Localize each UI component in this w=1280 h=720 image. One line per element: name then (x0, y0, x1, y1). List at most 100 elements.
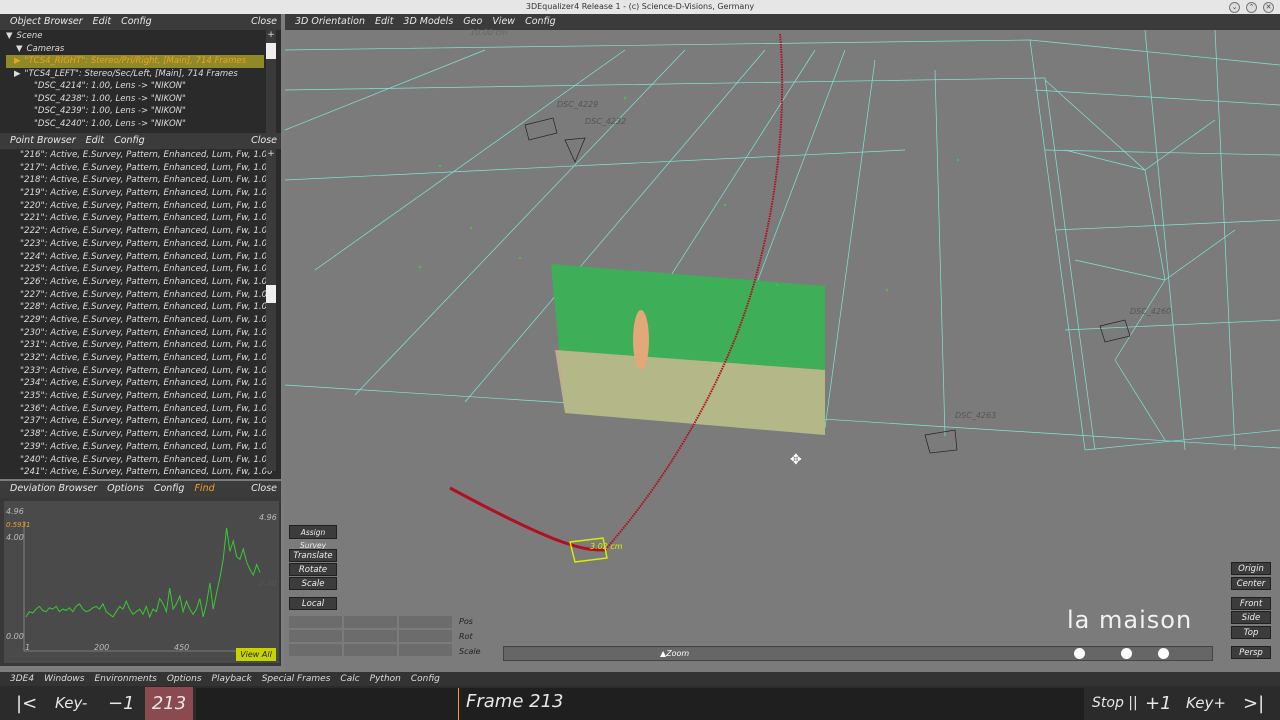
scale-y-field[interactable] (344, 644, 397, 656)
local-button[interactable]: Local (289, 597, 337, 610)
timeline-scrubber[interactable]: Frame 213 (196, 688, 1084, 720)
point-list-item[interactable]: "217": Active, E.Survey, Pattern, Enhanc… (0, 162, 273, 175)
scale-button[interactable]: Scale (289, 577, 337, 590)
menu-geo[interactable]: Geo (463, 16, 482, 27)
pos-z-field[interactable] (399, 616, 452, 628)
menu-config[interactable]: Config (114, 135, 145, 146)
first-frame-button[interactable]: |< (16, 687, 37, 720)
front-button[interactable]: Front (1231, 597, 1271, 610)
menu-object-browser[interactable]: Object Browser (10, 16, 83, 27)
point-list-item[interactable]: "234": Active, E.Survey, Pattern, Enhanc… (0, 377, 273, 390)
rot-x-field[interactable] (289, 630, 342, 642)
point-list-item[interactable]: "220": Active, E.Survey, Pattern, Enhanc… (0, 200, 273, 213)
menu-environments[interactable]: Environments (94, 674, 156, 684)
pos-y-field[interactable] (344, 616, 397, 628)
point-list-item[interactable]: "230": Active, E.Survey, Pattern, Enhanc… (0, 327, 273, 340)
tree-item[interactable]: ▼ Scene (6, 30, 264, 43)
zoom-slider[interactable]: ▲Zoom (503, 646, 1213, 661)
point-list-item[interactable]: "232": Active, E.Survey, Pattern, Enhanc… (0, 352, 273, 365)
side-button[interactable]: Side (1231, 611, 1271, 624)
point-list-item[interactable]: "224": Active, E.Survey, Pattern, Enhanc… (0, 251, 273, 264)
menu-options[interactable]: Options (167, 674, 202, 684)
minus-one-button[interactable]: −1 (108, 687, 135, 720)
expand-arrow-icon[interactable]: ▶ (14, 56, 21, 66)
zoom-handle-3[interactable] (1158, 648, 1169, 659)
object-browser-scrollbar[interactable]: + (266, 30, 276, 133)
view-all-button[interactable]: View All (236, 648, 276, 661)
point-list-item[interactable]: "218": Active, E.Survey, Pattern, Enhanc… (0, 174, 273, 187)
menu-edit[interactable]: Edit (86, 135, 104, 146)
point-list-item[interactable]: "229": Active, E.Survey, Pattern, Enhanc… (0, 314, 273, 327)
persp-button[interactable]: Persp (1231, 646, 1271, 659)
point-list-item[interactable]: "228": Active, E.Survey, Pattern, Enhanc… (0, 301, 273, 314)
point-browser-close-button[interactable]: Close (251, 133, 277, 149)
point-list-item[interactable]: "236": Active, E.Survey, Pattern, Enhanc… (0, 403, 273, 416)
expand-arrow-icon[interactable]: ▶ (14, 69, 21, 79)
menu-3d-orientation[interactable]: 3D Orientation (295, 16, 365, 27)
rot-z-field[interactable] (399, 630, 452, 642)
point-list-item[interactable]: "231": Active, E.Survey, Pattern, Enhanc… (0, 339, 273, 352)
tree-item[interactable]: ▶ "TCS4_RIGHT": Stereo/Pri/Right, [Main],… (6, 55, 264, 68)
point-list-item[interactable]: "219": Active, E.Survey, Pattern, Enhanc… (0, 187, 273, 200)
point-list-item[interactable]: "241": Active, E.Survey, Pattern, Enhanc… (0, 466, 273, 479)
tree-item[interactable]: "DSC_4214": 1.00, Lens -> "NIKON" (6, 80, 264, 93)
origin-button[interactable]: Origin (1231, 562, 1271, 575)
key-prev-button[interactable]: Key- (55, 687, 87, 720)
tree-item[interactable]: "DSC_4238": 1.00, Lens -> "NIKON" (6, 93, 264, 106)
menu-special-frames[interactable]: Special Frames (262, 674, 331, 684)
rot-y-field[interactable] (344, 630, 397, 642)
maximize-icon[interactable]: ⌃ (1246, 2, 1257, 13)
menu-deviation-browser[interactable]: Deviation Browser (10, 483, 97, 494)
assign-survey-button[interactable]: Assign Survey (289, 525, 337, 550)
menu-point-browser[interactable]: Point Browser (10, 135, 76, 146)
last-frame-button[interactable]: >| (1243, 687, 1264, 720)
menu-view[interactable]: View (492, 16, 515, 27)
menu-3d-models[interactable]: 3D Models (403, 16, 453, 27)
point-list-item[interactable]: "222": Active, E.Survey, Pattern, Enhanc… (0, 225, 273, 238)
point-list-item[interactable]: "238": Active, E.Survey, Pattern, Enhanc… (0, 428, 273, 441)
menu-options[interactable]: Options (107, 483, 144, 494)
zoom-handle-2[interactable] (1121, 648, 1132, 659)
point-browser-scrollbar[interactable]: + (266, 149, 276, 471)
rotate-button[interactable]: Rotate (289, 563, 337, 576)
object-browser-close-button[interactable]: Close (251, 14, 277, 30)
menu-edit[interactable]: Edit (93, 16, 111, 27)
menu-find[interactable]: Find (194, 483, 214, 494)
pos-x-field[interactable] (289, 616, 342, 628)
scroll-thumb[interactable] (266, 43, 276, 59)
menu-config[interactable]: Config (121, 16, 152, 27)
scale-x-field[interactable] (289, 644, 342, 656)
translate-button[interactable]: Translate (289, 549, 337, 562)
current-frame-field[interactable]: 213 (145, 687, 193, 720)
zoom-handle-1[interactable] (1074, 648, 1085, 659)
key-next-button[interactable]: Key+ (1186, 687, 1226, 720)
tree-item[interactable]: ▶ "TCS4_LEFT": Stereo/Sec/Left, [Main], 7… (6, 68, 264, 81)
point-list-item[interactable]: "239": Active, E.Survey, Pattern, Enhanc… (0, 441, 273, 454)
add-point-icon[interactable]: + (266, 149, 276, 159)
point-list-item[interactable]: "235": Active, E.Survey, Pattern, Enhanc… (0, 390, 273, 403)
minimize-icon[interactable]: ⌄ (1229, 2, 1240, 13)
top-button[interactable]: Top (1231, 626, 1271, 639)
expand-arrow-icon[interactable]: ▼ (6, 31, 13, 41)
point-list-item[interactable]: "233": Active, E.Survey, Pattern, Enhanc… (0, 365, 273, 378)
close-window-icon[interactable]: ✕ (1263, 2, 1274, 13)
plus-one-button[interactable]: +1 (1145, 687, 1172, 720)
expand-arrow-icon[interactable]: ▼ (16, 44, 23, 54)
menu-python[interactable]: Python (370, 674, 401, 684)
center-button[interactable]: Center (1231, 577, 1271, 590)
scroll-thumb[interactable] (266, 285, 276, 303)
add-object-icon[interactable]: + (266, 30, 276, 40)
menu-config[interactable]: Config (411, 674, 440, 684)
orientation-viewport[interactable]: 3D Orientation Edit 3D Models Geo View Config (285, 14, 1280, 674)
point-list-item[interactable]: "221": Active, E.Survey, Pattern, Enhanc… (0, 212, 273, 225)
deviation-graph[interactable]: 4.96 0.5931 4.00 0.00 4.96 2.40 1 200 45… (4, 501, 279, 663)
menu-3de4[interactable]: 3DE4 (10, 674, 34, 684)
menu-config[interactable]: Config (154, 483, 185, 494)
point-list-item[interactable]: "223": Active, E.Survey, Pattern, Enhanc… (0, 238, 273, 251)
point-list-item[interactable]: "226": Active, E.Survey, Pattern, Enhanc… (0, 276, 273, 289)
point-list-item[interactable]: "216": Active, E.Survey, Pattern, Enhanc… (0, 149, 273, 162)
tree-item[interactable]: "DSC_4239": 1.00, Lens -> "NIKON" (6, 105, 264, 118)
point-list-item[interactable]: "225": Active, E.Survey, Pattern, Enhanc… (0, 263, 273, 276)
menu-windows[interactable]: Windows (44, 674, 84, 684)
stop-button[interactable]: Stop || (1092, 687, 1138, 720)
